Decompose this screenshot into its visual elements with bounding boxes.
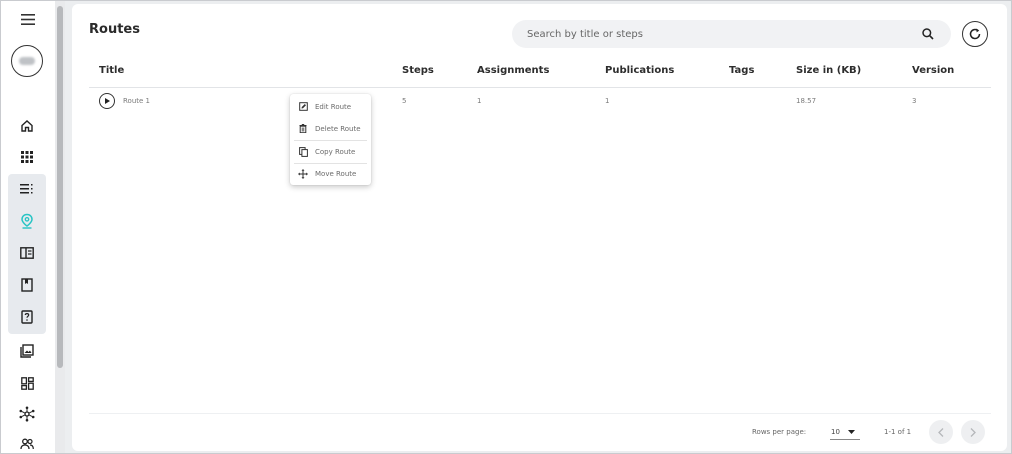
- rows-per-page-value: 10: [831, 427, 840, 436]
- cell-title[interactable]: Route 1: [123, 97, 150, 105]
- menu-item-label: Edit Route: [315, 102, 352, 111]
- menu-item-copy-route[interactable]: Copy Route: [290, 141, 371, 162]
- refresh-icon: [969, 28, 981, 40]
- cell-steps: 5: [402, 97, 407, 105]
- bookmark-icon: [21, 278, 33, 292]
- table-header: Title Steps Assignments Publications Tag…: [89, 60, 991, 88]
- cell-assignments: 1: [477, 97, 482, 105]
- menu-item-edit-route[interactable]: Edit Route: [290, 96, 371, 117]
- avatar[interactable]: [11, 45, 43, 77]
- move-icon: [298, 168, 308, 179]
- grid-icon: [21, 151, 33, 163]
- next-page-button[interactable]: [961, 420, 985, 444]
- trash-icon: [298, 124, 308, 134]
- refresh-button[interactable]: [962, 21, 988, 47]
- table-row[interactable]: Route 1 5 1 1 18.57 3: [89, 90, 991, 114]
- sidebar-item-home[interactable]: [14, 115, 40, 137]
- sidebar-item-apps[interactable]: [14, 146, 40, 168]
- sidebar-item-routes[interactable]: [14, 210, 40, 232]
- help-icon: [21, 310, 33, 324]
- split-view-icon: [20, 247, 34, 259]
- sidebar-scrollbar[interactable]: [57, 6, 63, 368]
- network-icon: [19, 406, 35, 422]
- sidebar-item-bookmark[interactable]: [14, 274, 40, 296]
- menu-item-label: Move Route: [315, 169, 357, 178]
- sidebar-item-dashboard[interactable]: [14, 372, 40, 394]
- column-header-steps[interactable]: Steps: [402, 65, 434, 76]
- sidebar-item-split-view[interactable]: [14, 242, 40, 264]
- sidebar-item-list[interactable]: [14, 178, 40, 200]
- menu-item-label: Copy Route: [315, 147, 356, 156]
- gallery-icon: [20, 344, 34, 358]
- cell-size: 18.57: [796, 97, 817, 105]
- search-input[interactable]: [527, 26, 907, 42]
- menu-icon[interactable]: [18, 11, 38, 27]
- sidebar-item-network[interactable]: [14, 403, 40, 425]
- location-pin-icon: [21, 213, 33, 229]
- dashboard-icon: [20, 376, 34, 390]
- search-bar[interactable]: [512, 20, 951, 48]
- menu-item-delete-route[interactable]: Delete Route: [290, 118, 371, 139]
- previous-page-button[interactable]: [929, 420, 953, 444]
- pagination-range: 1-1 of 1: [884, 428, 912, 436]
- column-header-title[interactable]: Title: [99, 65, 124, 76]
- column-header-version[interactable]: Version: [912, 65, 954, 76]
- search-icon[interactable]: [921, 27, 935, 41]
- context-menu: Edit Route Delete Route Copy Route Move …: [290, 94, 371, 185]
- sidebar-item-gallery[interactable]: [14, 340, 40, 362]
- rows-per-page-label: Rows per page:: [752, 428, 807, 436]
- chevron-right-icon: [970, 427, 976, 437]
- play-button[interactable]: [99, 93, 115, 109]
- sidebar: [1, 1, 55, 453]
- home-icon: [21, 120, 33, 132]
- cell-version: 3: [912, 97, 917, 105]
- list-icon: [20, 184, 33, 194]
- menu-item-label: Delete Route: [315, 124, 361, 133]
- users-icon: [20, 438, 34, 450]
- column-header-tags[interactable]: Tags: [729, 65, 754, 76]
- menu-item-move-route[interactable]: Move Route: [290, 163, 371, 184]
- chevron-left-icon: [938, 427, 944, 437]
- sidebar-item-users[interactable]: [14, 433, 40, 454]
- play-icon: [105, 98, 110, 104]
- column-header-publications[interactable]: Publications: [605, 65, 674, 76]
- sidebar-item-help[interactable]: [14, 306, 40, 328]
- rows-per-page-select[interactable]: 10: [830, 424, 860, 440]
- page-title: Routes: [89, 22, 140, 37]
- column-header-size[interactable]: Size in (KB): [796, 65, 861, 76]
- column-header-assignments[interactable]: Assignments: [477, 65, 549, 76]
- main-panel: Routes Title Steps Assignments Publicati…: [72, 4, 1007, 451]
- chevron-down-icon: [847, 429, 855, 434]
- copy-icon: [298, 146, 308, 157]
- cell-publications: 1: [605, 97, 610, 105]
- table-footer-divider: [89, 413, 991, 414]
- edit-icon: [298, 102, 308, 112]
